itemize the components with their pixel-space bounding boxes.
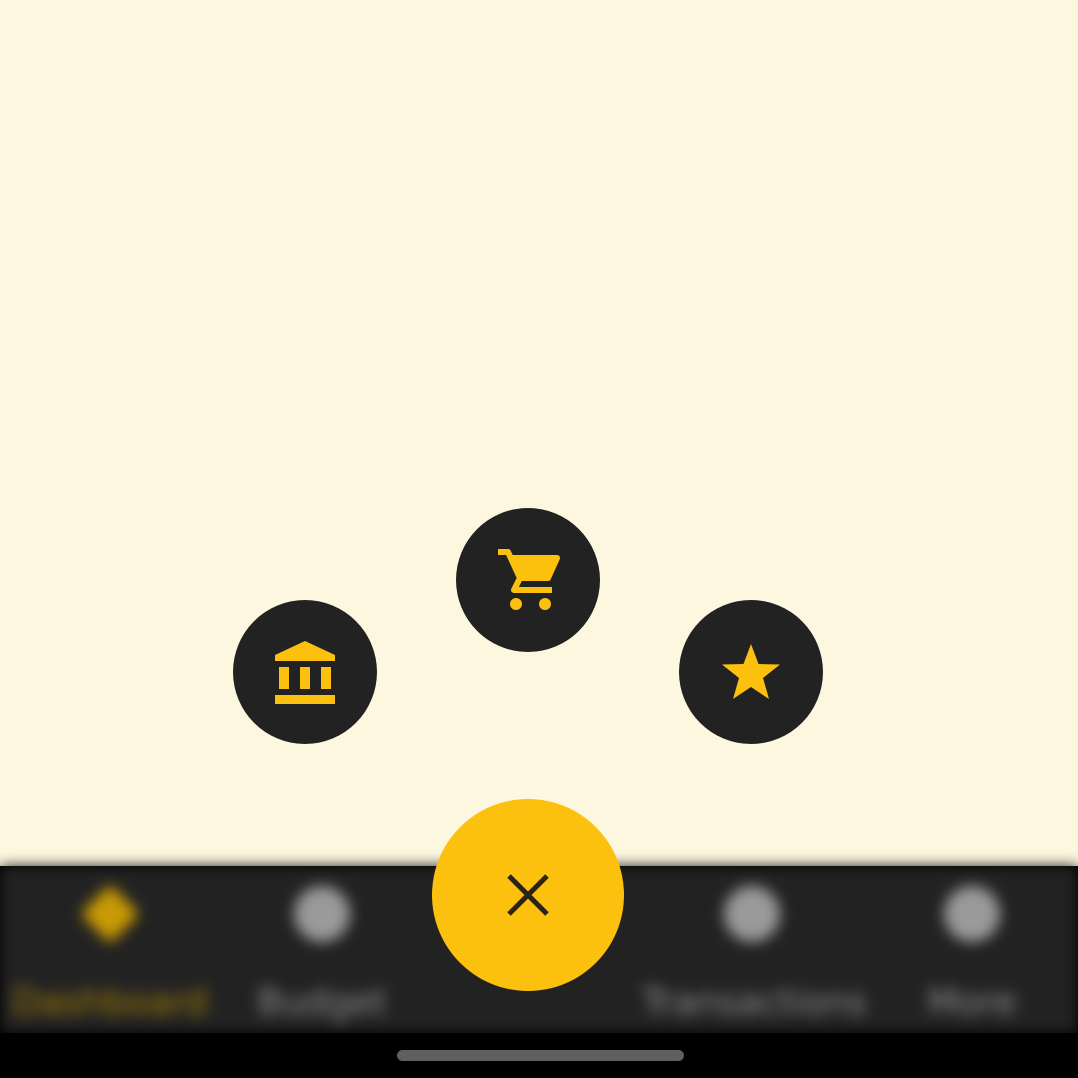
budget-icon: [294, 886, 350, 942]
nav-label-transactions: Transactions: [642, 982, 867, 1023]
close-icon: [507, 874, 549, 916]
transactions-icon: [724, 886, 780, 942]
home-indicator[interactable]: [397, 1050, 684, 1061]
nav-item-transactions[interactable]: Transactions: [642, 886, 867, 1023]
shopping-cart-icon: [498, 549, 560, 610]
app-screen: Dashboard Budget Transactions More: [0, 0, 1078, 1078]
nav-item-budget[interactable]: Budget: [212, 886, 432, 1023]
home-icon: [80, 884, 140, 944]
content-scrim[interactable]: [0, 0, 1078, 866]
nav-item-dashboard[interactable]: Dashboard: [0, 884, 220, 1023]
gesture-bar-area: [0, 1033, 1078, 1078]
more-icon: [944, 886, 1000, 942]
star-icon: [722, 644, 780, 699]
nav-label-dashboard: Dashboard: [12, 982, 208, 1023]
nav-label-more: More: [927, 982, 1017, 1023]
nav-label-budget: Budget: [257, 982, 387, 1023]
add-favorite-button[interactable]: [679, 600, 823, 744]
nav-item-more[interactable]: More: [862, 886, 1078, 1023]
close-speed-dial-button[interactable]: [432, 799, 624, 991]
bank-icon: [275, 641, 335, 704]
add-account-button[interactable]: [233, 600, 377, 744]
add-expense-button[interactable]: [456, 508, 600, 652]
